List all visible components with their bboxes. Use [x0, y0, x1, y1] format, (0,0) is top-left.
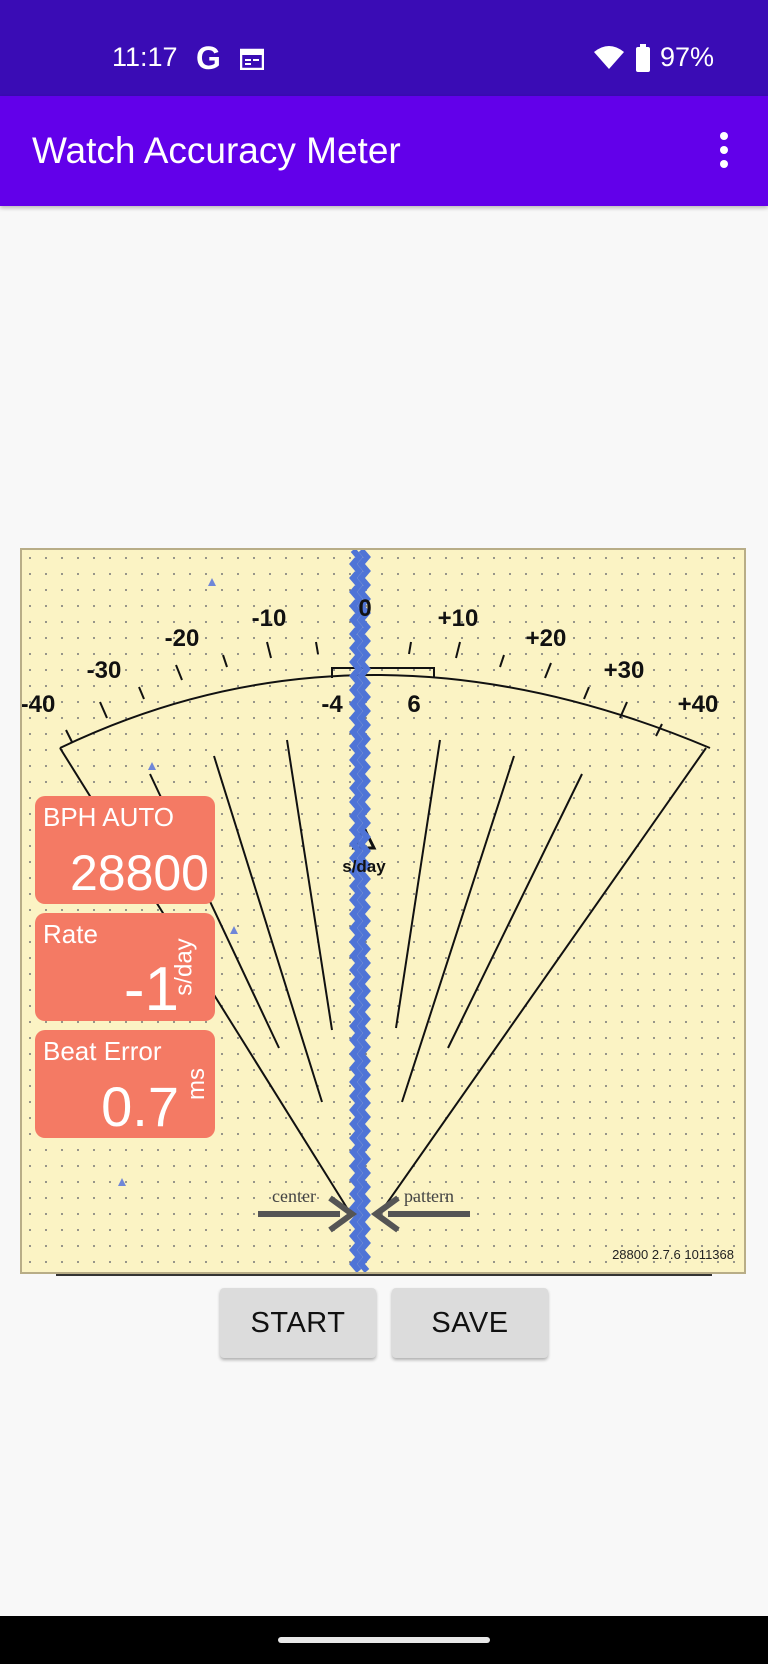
scale-label: +20	[526, 625, 567, 652]
battery-icon	[636, 44, 650, 72]
bracket-right-label: 6	[407, 691, 420, 718]
save-button[interactable]: SAVE	[392, 1288, 548, 1358]
scale-label: -30	[87, 657, 122, 684]
bracket-left-label: -4	[321, 691, 343, 718]
google-icon: G	[196, 40, 221, 76]
app-bar: Watch Accuracy Meter	[0, 96, 768, 206]
calendar-icon	[240, 48, 264, 70]
bph-value: 28800	[69, 845, 209, 901]
beat-error-value: 0.7	[101, 1075, 179, 1138]
divider	[56, 1274, 712, 1276]
meter-graphic: -40 -30 -20 -10 0 +10 +20 +30 +40 -4 6 s…	[22, 550, 744, 1272]
beat-error-unit: ms	[183, 1068, 210, 1100]
unit-label: s/day	[342, 857, 386, 876]
app-title: Watch Accuracy Meter	[32, 130, 401, 171]
version-label: 28800 2.7.6 1011368	[612, 1247, 734, 1262]
scale-label: -20	[165, 625, 200, 652]
scale-label: +30	[604, 657, 645, 684]
beat-trace-right	[357, 550, 371, 1272]
navigation-bar	[0, 1616, 768, 1664]
status-time: 11:17	[112, 42, 178, 72]
rate-label: Rate	[43, 919, 98, 949]
scale-label: -40	[22, 691, 55, 718]
scale-label: -10	[252, 605, 287, 632]
beat-error-label: Beat Error	[43, 1036, 162, 1066]
scale-label: +10	[438, 605, 479, 632]
beat-error-card: Beat Error 0.7 ms	[35, 1030, 215, 1138]
scale-label: 0	[358, 595, 371, 622]
rate-card: Rate -1 s/day	[35, 913, 215, 1021]
wifi-icon	[594, 46, 624, 69]
beat-trace-left	[349, 550, 363, 1272]
bph-card: BPH AUTO 28800	[35, 796, 215, 904]
start-button[interactable]: START	[220, 1288, 376, 1358]
rate-unit: s/day	[170, 938, 198, 996]
overflow-menu-icon[interactable]	[700, 126, 748, 174]
accuracy-meter: -40 -30 -20 -10 0 +10 +20 +30 +40 -4 6 s…	[20, 548, 746, 1274]
scale-label: +40	[678, 691, 719, 718]
pattern-label: pattern	[404, 1186, 454, 1206]
battery-percent: 97%	[660, 42, 715, 72]
center-label: center	[272, 1186, 316, 1206]
bph-label: BPH AUTO	[43, 802, 175, 832]
home-handle[interactable]	[278, 1637, 490, 1643]
status-bar: 11:17 G 97%	[0, 0, 768, 96]
